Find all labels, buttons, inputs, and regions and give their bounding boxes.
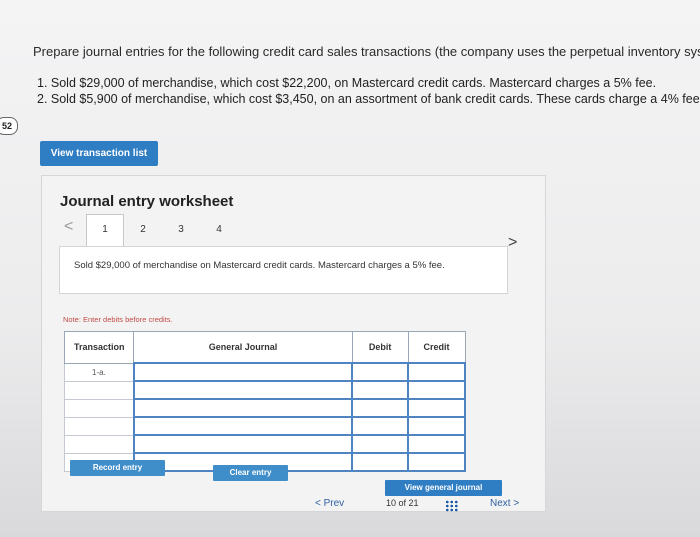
next-link[interactable]: Next > [490,498,519,509]
question-badge: 52 [0,117,18,135]
view-general-journal-button[interactable]: View general journal [385,480,502,496]
debit-input[interactable] [351,434,410,454]
tab-4[interactable]: 4 [200,214,238,246]
grid-icon[interactable] [445,500,459,512]
column-header-debit: Debit [351,331,409,364]
journal-table: Transaction General Journal Debit Credit… [63,331,466,472]
assignment-page: Prepare journal entries for the followin… [0,0,700,537]
table-row [63,398,466,418]
general-journal-input[interactable] [132,398,354,418]
credit-input[interactable] [407,434,466,454]
transaction-item-2: 2. Sold $5,900 of merchandise, which cos… [37,92,700,106]
record-entry-button[interactable]: Record entry [70,460,165,476]
transaction-description: Sold $29,000 of merchandise on Mastercar… [59,246,508,294]
next-tab-arrow-icon[interactable]: > [508,234,517,252]
table-row [63,380,466,400]
view-transaction-list-button[interactable]: View transaction list [40,141,158,166]
credit-input[interactable] [407,362,466,382]
tab-2[interactable]: 2 [124,214,162,246]
transaction-cell [63,434,135,454]
column-header-general-journal: General Journal [133,331,353,364]
table-row [63,434,466,454]
debit-input[interactable] [351,452,410,472]
transaction-cell [63,398,135,418]
clear-entry-button[interactable]: Clear entry [213,465,288,481]
transaction-cell [63,416,135,436]
table-row [63,416,466,436]
debit-input[interactable] [351,380,410,400]
previous-tab-arrow-icon[interactable]: < [64,218,73,236]
prev-link[interactable]: < Prev [315,498,344,509]
credit-input[interactable] [407,380,466,400]
general-journal-input[interactable] [132,434,354,454]
table-row: 1-a. [63,362,466,382]
column-header-transaction: Transaction [63,331,135,364]
debit-input[interactable] [351,398,410,418]
column-header-credit: Credit [407,331,466,364]
debit-input[interactable] [351,416,410,436]
general-journal-input[interactable] [132,362,354,382]
worksheet-tabs: 1 2 3 4 [86,214,238,246]
worksheet-title: Journal entry worksheet [60,193,234,210]
transaction-items: 1. Sold $29,000 of merchandise, which co… [37,75,700,107]
tab-1[interactable]: 1 [86,214,124,246]
credit-input[interactable] [407,452,466,472]
page-info: 10 of 21 [386,498,419,508]
credit-input[interactable] [407,398,466,418]
transaction-cell: 1-a. [63,362,135,382]
debit-input[interactable] [351,362,410,382]
question-text: Prepare journal entries for the followin… [33,44,700,59]
debit-credit-note: Note: Enter debits before credits. [63,315,173,324]
journal-entry-worksheet: Journal entry worksheet < 1 2 3 4 > Sold… [41,175,546,512]
transaction-cell [63,380,135,400]
credit-input[interactable] [407,416,466,436]
tab-3[interactable]: 3 [162,214,200,246]
general-journal-input[interactable] [132,416,354,436]
general-journal-input[interactable] [132,380,354,400]
transaction-item-1: 1. Sold $29,000 of merchandise, which co… [37,76,657,90]
